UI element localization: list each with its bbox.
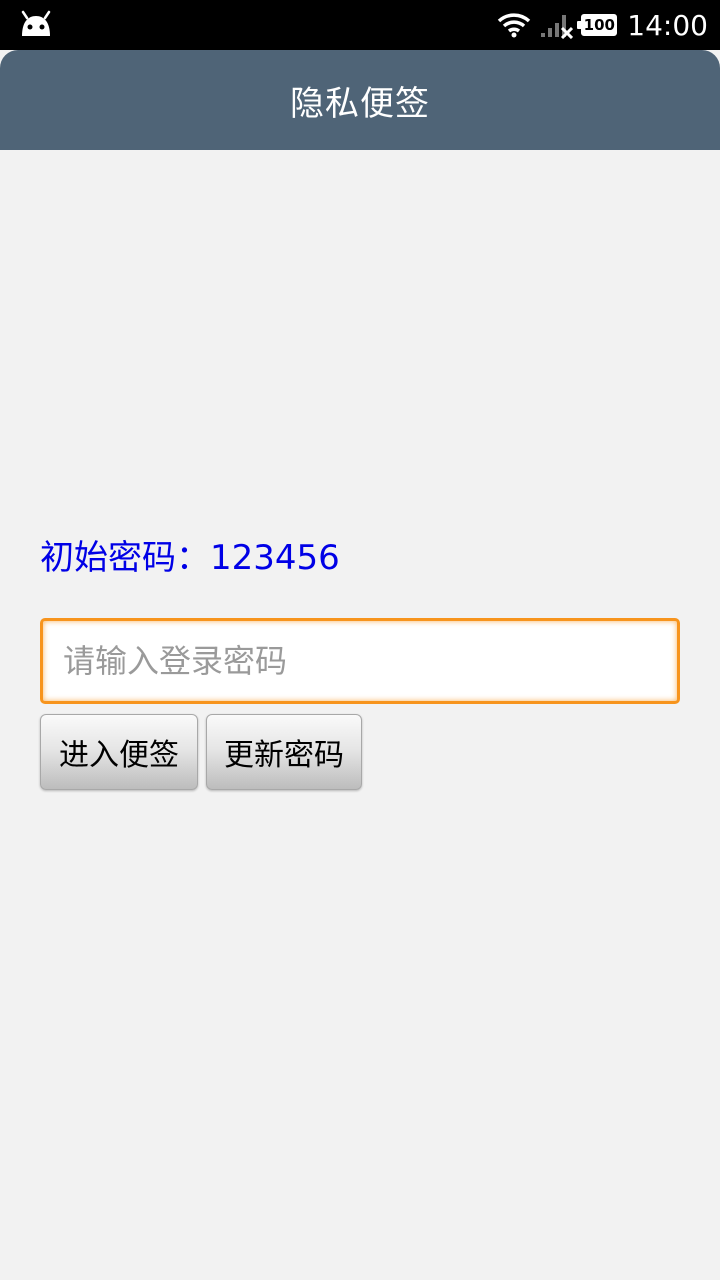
action-bar: 隐私便签 — [0, 50, 720, 150]
signal-icon — [541, 15, 574, 39]
app-screen: 100 14:00 隐私便签 初始密码：123456 进入便签 更新密码 — [0, 0, 720, 1280]
battery-level: 100 — [583, 16, 615, 34]
password-input[interactable] — [40, 618, 680, 704]
android-icon — [21, 10, 51, 36]
initial-password-hint: 初始密码：123456 — [40, 538, 340, 578]
wifi-icon — [498, 13, 531, 38]
status-bar: 100 14:00 — [0, 0, 720, 50]
status-icons: 100 14:00 — [497, 0, 708, 50]
status-time: 14:00 — [627, 8, 708, 42]
update-password-button[interactable]: 更新密码 — [206, 714, 362, 790]
enter-notes-button[interactable]: 进入便签 — [40, 714, 198, 790]
button-row: 进入便签 更新密码 — [40, 714, 362, 790]
battery-icon: 100 — [577, 14, 618, 36]
app-title: 隐私便签 — [290, 83, 430, 124]
